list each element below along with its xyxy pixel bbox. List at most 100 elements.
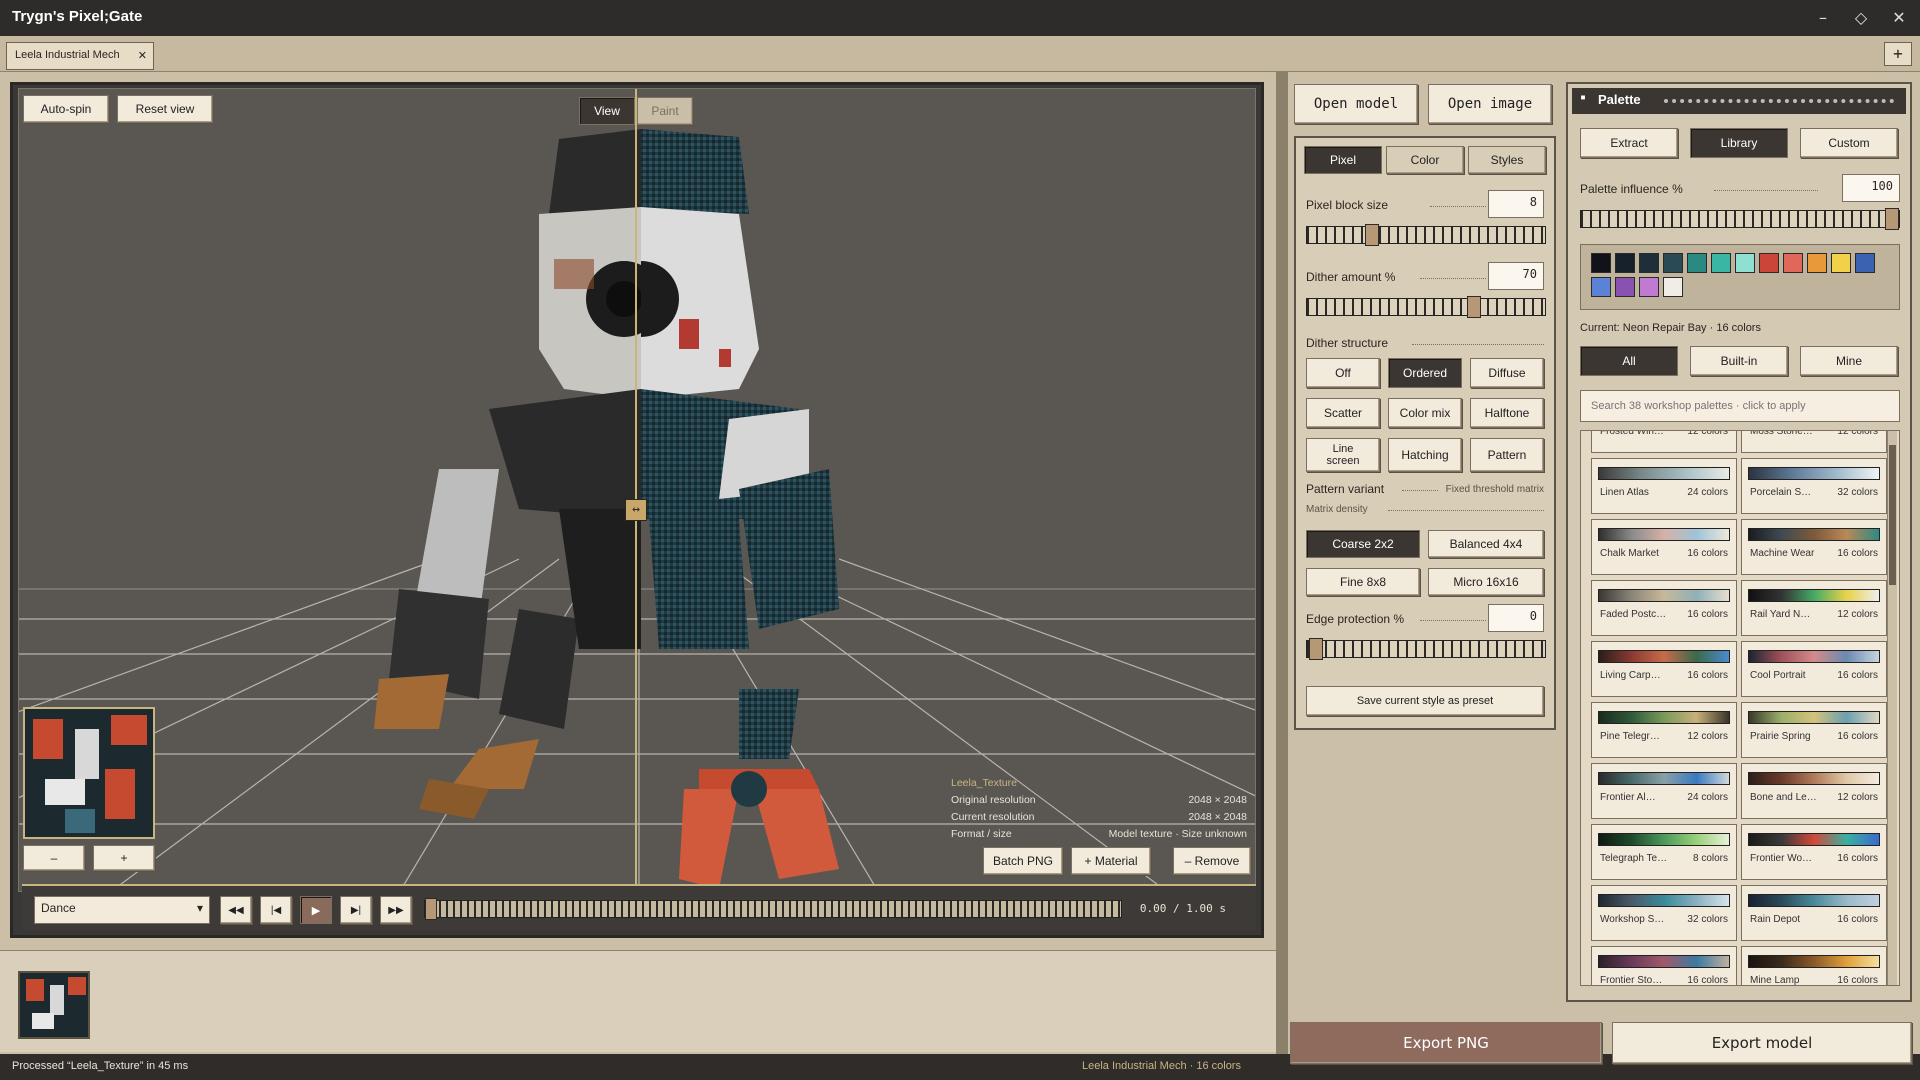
palette-card[interactable]: Faded Postc… 16 colors	[1591, 580, 1737, 636]
tab-pixel[interactable]: Pixel	[1304, 146, 1382, 174]
next-frame-button[interactable]: ▶|	[340, 896, 372, 924]
palette-search-input[interactable]	[1580, 390, 1900, 422]
palette-swatch[interactable]	[1783, 253, 1803, 273]
palette-card[interactable]: Frontier Sto… 16 colors	[1591, 946, 1737, 985]
structure-halftone[interactable]: Halftone	[1470, 398, 1544, 428]
previous-frame-button[interactable]: |◀	[260, 896, 292, 924]
structure-ordered[interactable]: Ordered	[1388, 358, 1462, 388]
view-mode-tab[interactable]: View	[579, 97, 635, 125]
palette-swatch[interactable]	[1639, 277, 1659, 297]
palette-card[interactable]: Workshop S… 32 colors	[1591, 885, 1737, 941]
palette-card[interactable]: Linen Atlas 24 colors	[1591, 458, 1737, 514]
dither-amount-input[interactable]: 70	[1488, 262, 1544, 290]
palette-card[interactable]: Pine Telegr… 12 colors	[1591, 702, 1737, 758]
minimize-button[interactable]: –	[1810, 6, 1836, 30]
palette-card[interactable]: Telegraph Te… 8 colors	[1591, 824, 1737, 880]
filter-mine[interactable]: Mine	[1800, 346, 1898, 376]
palette-swatch[interactable]	[1663, 253, 1683, 273]
palette-card[interactable]: Cool Portrait 16 colors	[1741, 641, 1887, 697]
palette-swatch[interactable]	[1735, 253, 1755, 273]
palette-influence-slider[interactable]	[1580, 208, 1900, 230]
palette-card[interactable]: Mine Lamp 16 colors	[1741, 946, 1887, 985]
edge-protection-thumb[interactable]	[1309, 638, 1323, 660]
zoom-out-button[interactable]: –	[23, 845, 85, 871]
structure-line-screen[interactable]: Line screen	[1306, 438, 1380, 472]
palette-swatch[interactable]	[1759, 253, 1779, 273]
paint-mode-tab[interactable]: Paint	[637, 97, 693, 125]
palette-card[interactable]: Living Carp… 16 colors	[1591, 641, 1737, 697]
palette-influence-input[interactable]: 100	[1842, 174, 1900, 202]
palette-card[interactable]: Rail Yard N… 12 colors	[1741, 580, 1887, 636]
fast-forward-button[interactable]: ▶▶	[380, 896, 412, 924]
tab-close-icon[interactable]: ✕	[138, 49, 147, 62]
play-button[interactable]: ▶	[300, 896, 332, 924]
add-material-button[interactable]: + Material	[1071, 847, 1151, 875]
structure-color-mix[interactable]: Color mix	[1388, 398, 1462, 428]
auto-spin-button[interactable]: Auto-spin	[23, 95, 109, 123]
structure-off[interactable]: Off	[1306, 358, 1380, 388]
material-thumbnail[interactable]	[18, 971, 90, 1039]
edge-protection-input[interactable]: 0	[1488, 604, 1544, 632]
export-model-button[interactable]: Export model	[1612, 1022, 1912, 1064]
palette-mode-library[interactable]: Library	[1690, 128, 1788, 158]
palette-card[interactable]: Frontier Al… 24 colors	[1591, 763, 1737, 819]
document-tab[interactable]: Leela Industrial Mech ✕	[6, 42, 154, 70]
palette-mode-extract[interactable]: Extract	[1580, 128, 1678, 158]
export-png-button[interactable]: Export PNG	[1290, 1022, 1602, 1064]
maximize-button[interactable]: ◇	[1848, 6, 1874, 30]
panel-splitter[interactable]	[1276, 72, 1288, 1054]
tab-color[interactable]: Color	[1386, 146, 1464, 174]
block-size-input[interactable]: 8	[1488, 190, 1544, 218]
palette-list-scrollbar[interactable]	[1887, 431, 1897, 985]
timeline-playhead[interactable]	[425, 898, 437, 920]
dither-amount-thumb[interactable]	[1467, 296, 1481, 318]
palette-card[interactable]: Porcelain S… 32 colors	[1741, 458, 1887, 514]
rewind-button[interactable]: ◀◀	[220, 896, 252, 924]
block-size-thumb[interactable]	[1365, 224, 1379, 246]
save-preset-button[interactable]: Save current style as preset	[1306, 686, 1544, 716]
density-coarse[interactable]: Coarse 2x2	[1306, 530, 1420, 558]
palette-swatch[interactable]	[1807, 253, 1827, 273]
structure-diffuse[interactable]: Diffuse	[1470, 358, 1544, 388]
palette-swatch[interactable]	[1615, 277, 1635, 297]
structure-pattern[interactable]: Pattern	[1470, 438, 1544, 472]
palette-influence-thumb[interactable]	[1885, 208, 1899, 230]
palette-swatch[interactable]	[1591, 277, 1611, 297]
batch-png-button[interactable]: Batch PNG	[983, 847, 1063, 875]
palette-swatch[interactable]	[1687, 253, 1707, 273]
zoom-in-button[interactable]: +	[93, 845, 155, 871]
palette-swatch[interactable]	[1591, 253, 1611, 273]
density-micro[interactable]: Micro 16x16	[1428, 568, 1544, 596]
open-image-button[interactable]: Open image	[1428, 84, 1552, 124]
palette-card[interactable]: Rain Depot 16 colors	[1741, 885, 1887, 941]
filter-built-in[interactable]: Built-in	[1690, 346, 1788, 376]
timeline-scrubber[interactable]	[424, 898, 1122, 920]
density-balanced[interactable]: Balanced 4x4	[1428, 530, 1544, 558]
texture-preview[interactable]	[23, 707, 155, 839]
block-size-slider[interactable]	[1306, 224, 1546, 246]
palette-card[interactable]: Chalk Market 16 colors	[1591, 519, 1737, 575]
structure-hatching[interactable]: Hatching	[1388, 438, 1462, 472]
dither-amount-slider[interactable]	[1306, 296, 1546, 318]
palette-card[interactable]: Frosted Win… 12 colors	[1591, 431, 1737, 453]
reset-view-button[interactable]: Reset view	[117, 95, 213, 123]
palette-mode-custom[interactable]: Custom	[1800, 128, 1898, 158]
palette-swatch[interactable]	[1663, 277, 1683, 297]
remove-material-button[interactable]: – Remove	[1173, 847, 1251, 875]
3d-viewport[interactable]: ↔ Auto-spin Reset view View Paint – + Le…	[18, 88, 1256, 892]
split-divider[interactable]	[635, 89, 637, 891]
palette-card[interactable]: Frontier Wo… 16 colors	[1741, 824, 1887, 880]
add-tab-button[interactable]: +	[1884, 42, 1912, 66]
palette-swatch[interactable]	[1639, 253, 1659, 273]
palette-swatch[interactable]	[1831, 253, 1851, 273]
tab-styles[interactable]: Styles	[1468, 146, 1546, 174]
edge-protection-slider[interactable]	[1306, 638, 1546, 660]
palette-card[interactable]: Prairie Spring 16 colors	[1741, 702, 1887, 758]
open-model-button[interactable]: Open model	[1294, 84, 1418, 124]
structure-scatter[interactable]: Scatter	[1306, 398, 1380, 428]
filter-all[interactable]: All	[1580, 346, 1678, 376]
palette-card[interactable]: Moss Stone… 12 colors	[1741, 431, 1887, 453]
animation-select[interactable]: Dance ▾	[34, 896, 210, 924]
palette-swatch[interactable]	[1615, 253, 1635, 273]
density-fine[interactable]: Fine 8x8	[1306, 568, 1420, 596]
